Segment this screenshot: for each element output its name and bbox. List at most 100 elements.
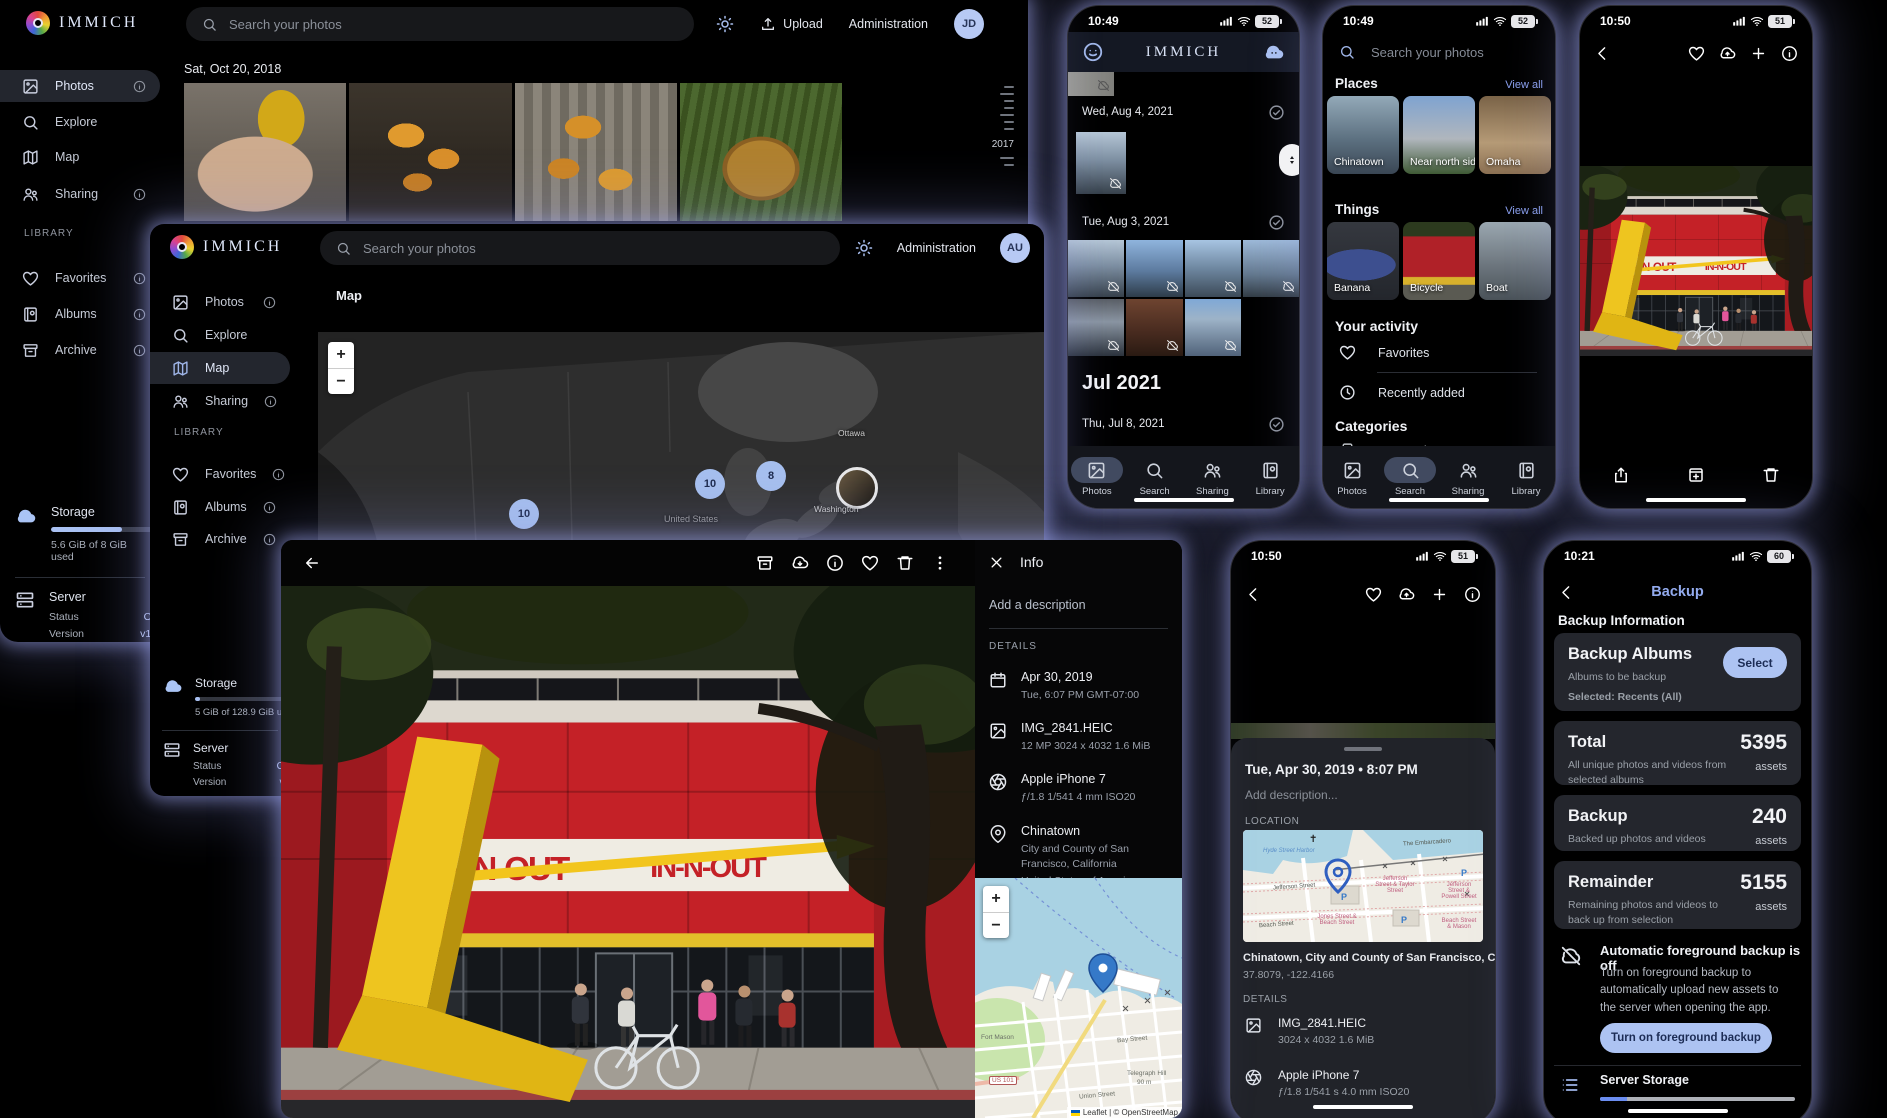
drag-handle[interactable] xyxy=(1344,747,1382,751)
zoom-out-button[interactable]: − xyxy=(328,368,354,394)
info-icon[interactable] xyxy=(133,308,146,321)
map-cluster-marker[interactable]: 10 xyxy=(509,499,539,529)
photo-thumbnail[interactable] xyxy=(1126,299,1182,356)
sidebar-item-map[interactable]: Map xyxy=(150,352,290,384)
scrollbar-thumb[interactable] xyxy=(1279,144,1300,176)
share-icon[interactable] xyxy=(1612,466,1630,484)
sidebar-item-sharing[interactable]: Sharing xyxy=(150,387,290,415)
nav-photos[interactable]: Photos xyxy=(1068,446,1126,508)
turn-on-foreground-backup-button[interactable]: Turn on foreground backup xyxy=(1600,1023,1772,1053)
nav-library[interactable]: Library xyxy=(1241,446,1299,508)
photo-thumbnail[interactable] xyxy=(1185,299,1241,356)
immich-logo[interactable]: IMMICH xyxy=(26,11,138,35)
avatar[interactable]: AU xyxy=(1000,233,1030,263)
favorites-row[interactable]: Favorites xyxy=(1323,344,1555,361)
archive-add-icon[interactable] xyxy=(1687,466,1705,484)
thing-card[interactable]: Boat xyxy=(1479,222,1551,300)
photo-thumbnail[interactable] xyxy=(1068,299,1124,356)
in-n-out-photo[interactable] xyxy=(1580,166,1813,356)
map-photo-marker[interactable] xyxy=(836,467,878,509)
sidebar-item-favorites[interactable]: Favorites xyxy=(0,264,160,292)
add-icon[interactable] xyxy=(1431,586,1448,603)
sidebar-item-favorites[interactable]: Favorites xyxy=(150,460,290,488)
select-all-icon[interactable] xyxy=(1268,104,1285,121)
map-cluster-marker[interactable]: 10 xyxy=(695,469,725,499)
description-input[interactable]: Add description... xyxy=(1245,788,1338,802)
photo-thumbnail[interactable] xyxy=(1185,240,1241,297)
info-icon[interactable] xyxy=(133,344,146,357)
location-mini-map[interactable]: Fort Mason US 101 Bay Street Union Stree… xyxy=(975,878,1182,1118)
recently-added-row[interactable]: Recently added xyxy=(1323,384,1555,401)
upload-button[interactable]: Upload xyxy=(760,16,823,32)
place-card[interactable]: Omaha xyxy=(1479,96,1551,174)
trash-icon[interactable] xyxy=(1762,466,1780,484)
info-icon[interactable] xyxy=(133,272,146,285)
sidebar-item-albums[interactable]: Albums xyxy=(0,300,160,328)
favorite-icon[interactable] xyxy=(1365,586,1382,603)
in-n-out-photo[interactable] xyxy=(281,586,975,1118)
info-icon[interactable] xyxy=(1781,45,1798,62)
sidebar-item-explore[interactable]: Explore xyxy=(150,321,290,349)
view-all-link[interactable]: View all xyxy=(1505,205,1543,217)
avatar[interactable]: JD xyxy=(954,9,984,39)
info-icon[interactable] xyxy=(263,296,276,309)
timeline-scrubber[interactable]: 2017 xyxy=(984,86,1014,166)
theme-toggle-icon[interactable] xyxy=(716,15,734,33)
backup-avatar-icon[interactable] xyxy=(1263,41,1285,63)
favorite-icon[interactable] xyxy=(1688,45,1705,62)
add-icon[interactable] xyxy=(1750,45,1767,62)
trash-icon[interactable] xyxy=(896,554,914,572)
place-card[interactable]: Chinatown xyxy=(1327,96,1399,174)
photo-thumbnail[interactable] xyxy=(184,83,346,221)
map-cluster-marker[interactable]: 8 xyxy=(756,461,786,491)
upload-icon[interactable] xyxy=(1719,45,1736,62)
thing-card[interactable]: Banana xyxy=(1327,222,1399,300)
search-input[interactable]: Search your photos xyxy=(1323,38,1555,66)
photo-thumbnail[interactable] xyxy=(1243,240,1299,297)
photo-thumbnail[interactable] xyxy=(349,83,511,221)
sidebar-item-sharing[interactable]: Sharing xyxy=(0,180,160,208)
sidebar-item-map[interactable]: Map xyxy=(0,143,160,171)
photo-thumbnail[interactable] xyxy=(1068,240,1124,297)
info-icon[interactable] xyxy=(133,80,146,93)
back-icon[interactable] xyxy=(1245,586,1262,603)
close-icon[interactable] xyxy=(989,555,1004,570)
info-icon[interactable] xyxy=(1464,586,1481,603)
photo-thumbnail[interactable] xyxy=(1076,132,1126,194)
mini-map-zoom-control[interactable]: +− xyxy=(983,886,1009,938)
view-all-link[interactable]: View all xyxy=(1505,79,1543,91)
administration-link[interactable]: Administration xyxy=(849,17,928,31)
info-icon[interactable] xyxy=(826,554,844,572)
select-all-icon[interactable] xyxy=(1268,416,1285,433)
zoom-in-button[interactable]: + xyxy=(983,886,1009,912)
search-input[interactable]: Search your photos xyxy=(186,7,694,41)
info-icon[interactable] xyxy=(133,188,146,201)
immich-logo[interactable]: IMMICH xyxy=(170,235,282,259)
search-input[interactable]: Search your photos xyxy=(320,231,840,265)
back-icon[interactable] xyxy=(1558,584,1575,601)
photo-thumbnail[interactable] xyxy=(680,83,842,221)
description-input[interactable]: Add a description xyxy=(989,598,1168,612)
info-icon[interactable] xyxy=(272,468,285,481)
profile-icon[interactable] xyxy=(1082,41,1104,63)
nav-library[interactable]: Library xyxy=(1497,446,1555,508)
zoom-in-button[interactable]: + xyxy=(328,342,354,368)
map-attribution[interactable]: Leaflet | © OpenStreetMap xyxy=(1067,1107,1182,1118)
sidebar-item-archive[interactable]: Archive xyxy=(150,525,290,553)
theme-toggle-icon[interactable] xyxy=(855,239,873,257)
back-icon[interactable] xyxy=(1594,45,1611,62)
sidebar-item-photos[interactable]: Photos xyxy=(0,70,160,102)
select-button[interactable]: Select xyxy=(1723,647,1787,678)
more-options-icon[interactable] xyxy=(931,554,949,572)
info-icon[interactable] xyxy=(263,533,276,546)
sidebar-item-albums[interactable]: Albums xyxy=(150,493,290,521)
photo-thumbnail[interactable] xyxy=(515,83,677,221)
photo-edge[interactable] xyxy=(1231,723,1495,739)
download-icon[interactable] xyxy=(791,554,809,572)
sidebar-item-photos[interactable]: Photos xyxy=(150,288,290,316)
info-icon[interactable] xyxy=(264,395,277,408)
info-icon[interactable] xyxy=(263,501,276,514)
sidebar-item-explore[interactable]: Explore xyxy=(0,108,160,136)
photo-thumbnail[interactable] xyxy=(1126,240,1182,297)
sidebar-item-archive[interactable]: Archive xyxy=(0,336,160,364)
